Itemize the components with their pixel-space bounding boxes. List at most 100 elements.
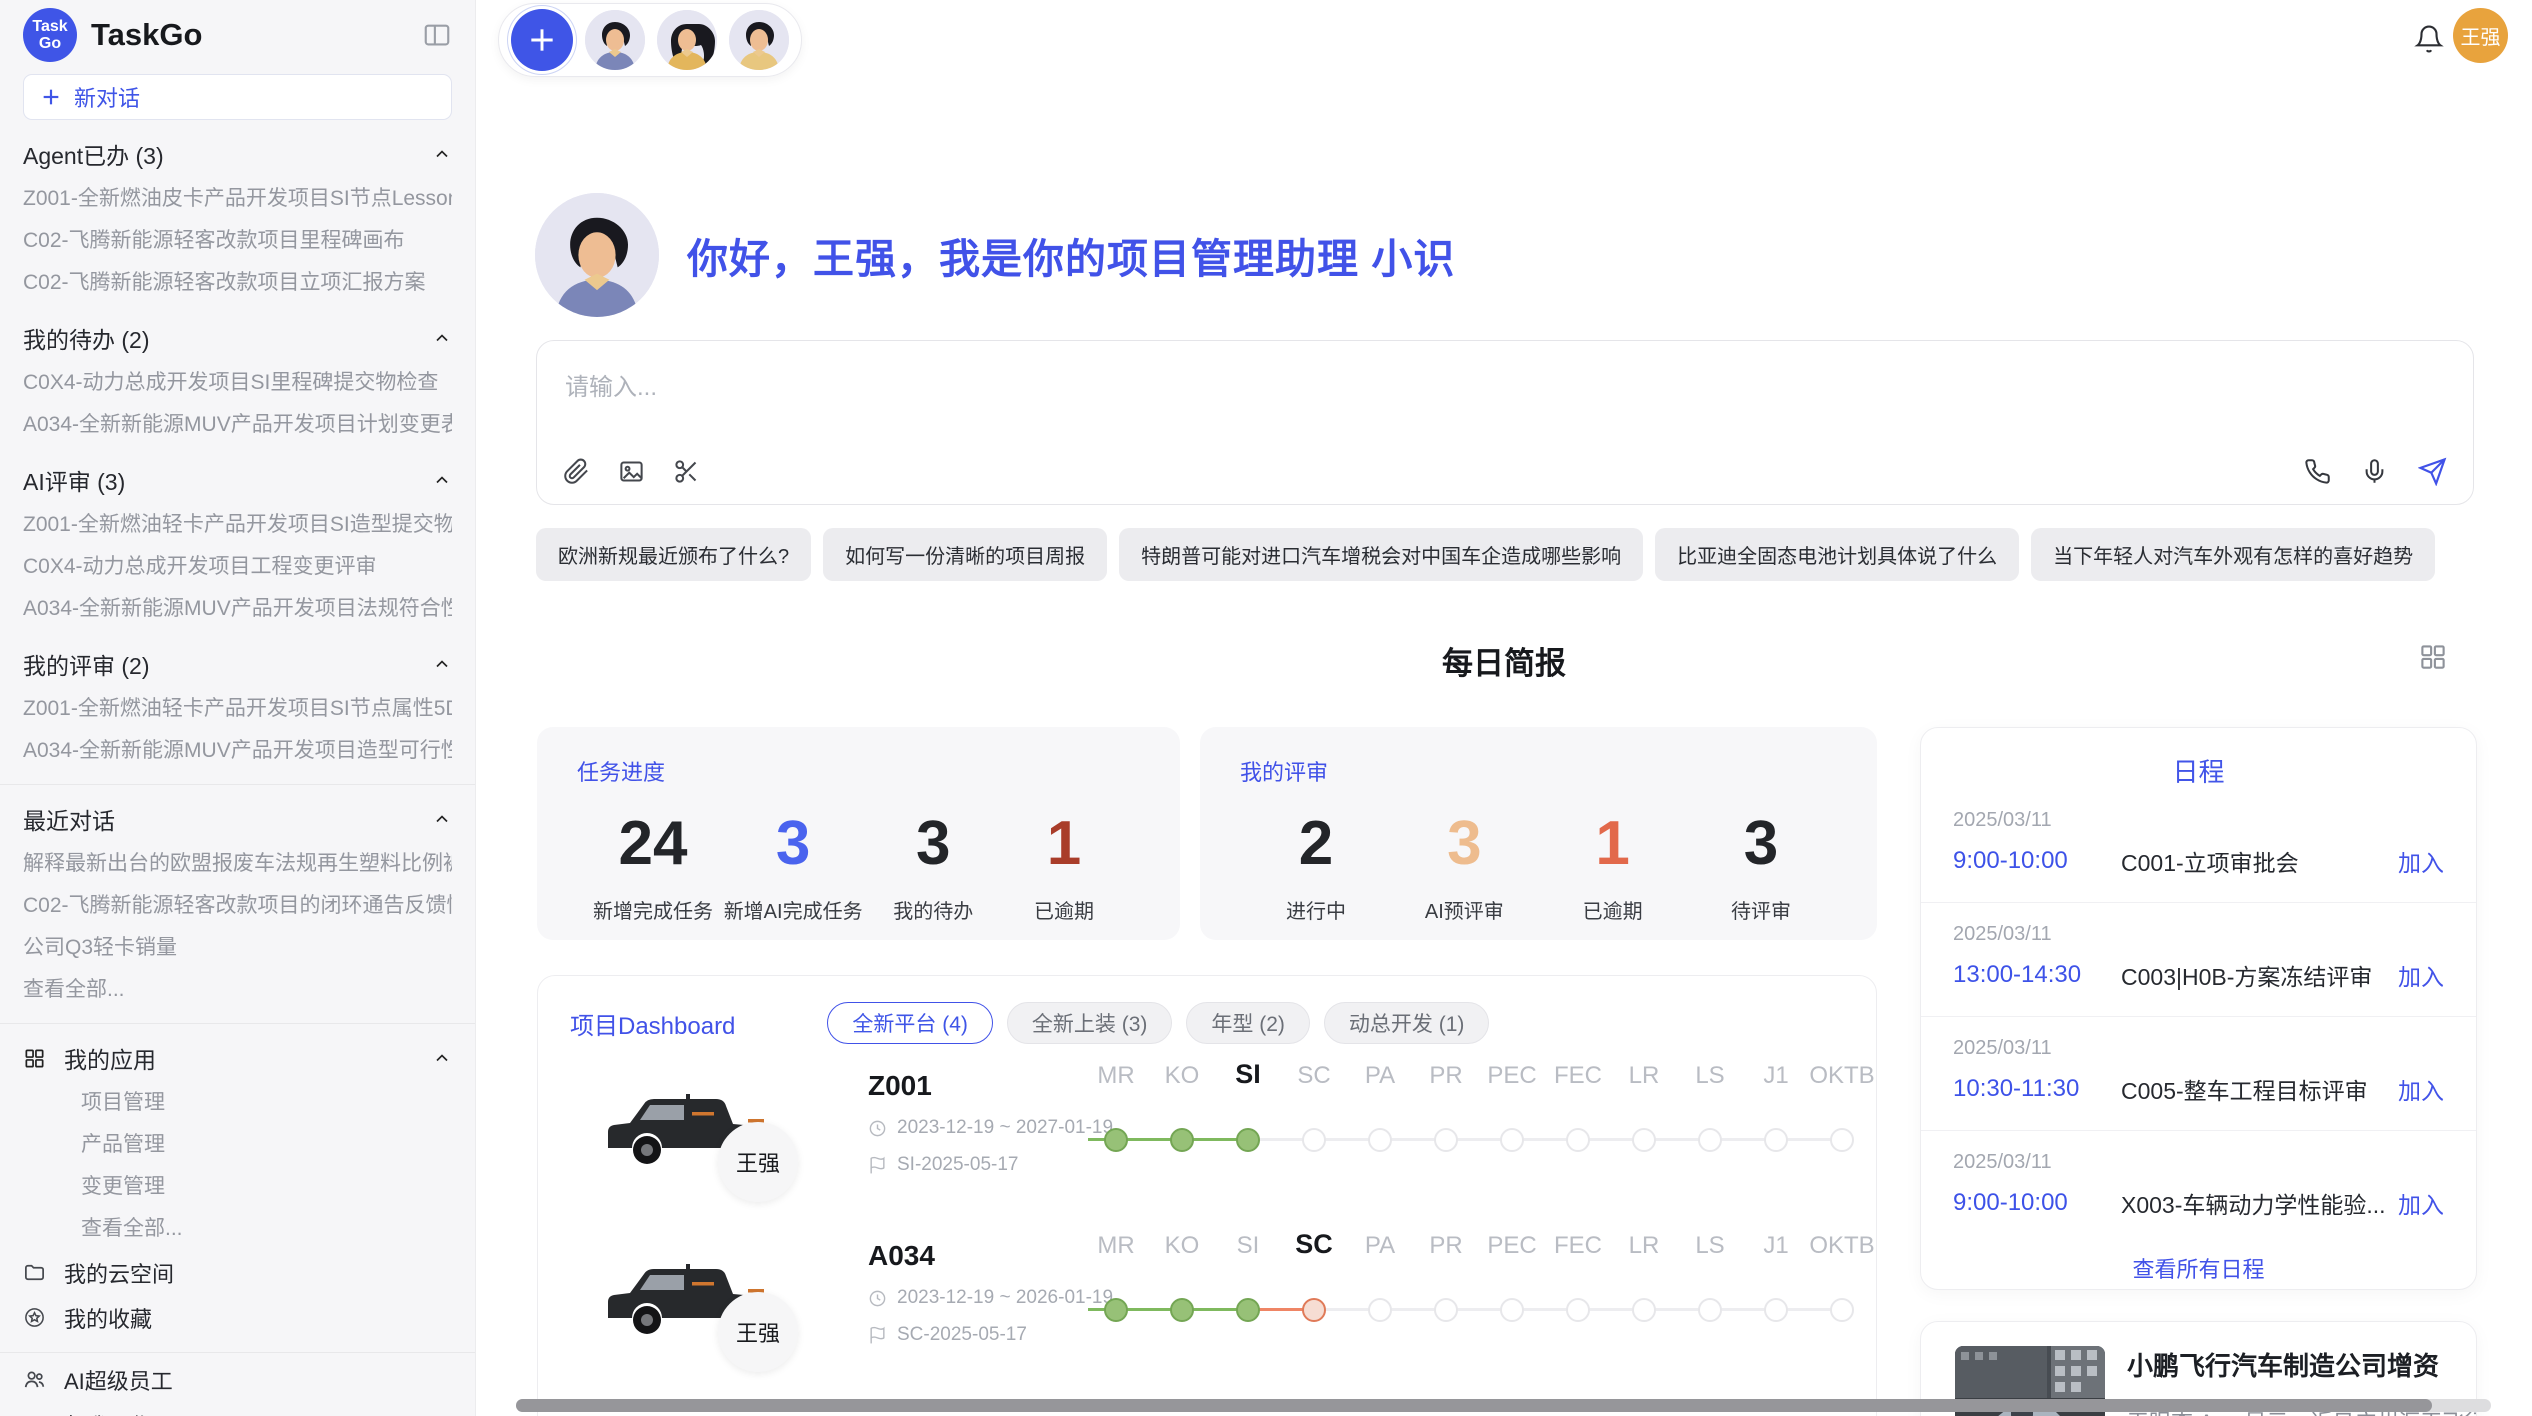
recent-chat-item[interactable]: 公司Q3轻卡销量 [23,927,452,969]
milestone-label: KO [1149,1232,1215,1260]
sidebar-my-apps: 我的应用项目管理产品管理变更管理查看全部...我的云空间我的收藏 [23,1034,452,1340]
sidebar-item[interactable]: C02-飞腾新能源轻客改款项目里程碑画布 [23,220,452,262]
milestone-dot[interactable] [1764,1298,1788,1322]
sidebar-item-folder[interactable]: 我的云空间 [23,1250,452,1295]
notification-bell-icon[interactable] [2414,24,2444,54]
sidebar-item[interactable]: Z001-全新燃油轻卡产品开发项目SI造型提交物评审 [23,504,452,546]
sidebar-my-apps-header[interactable]: 我的应用 [23,1034,452,1082]
insert-image-icon[interactable] [618,458,645,485]
new-chat-button[interactable]: 新对话 [23,74,452,120]
milestone-dot[interactable] [1830,1298,1854,1322]
app-item[interactable]: 项目管理 [23,1082,452,1124]
sidebar-tool-image[interactable]: 帮我写作 [23,1402,452,1416]
add-agent-button[interactable] [511,9,573,71]
milestone-dot[interactable] [1368,1298,1392,1322]
milestone-dot[interactable] [1104,1298,1128,1322]
milestone-dot[interactable] [1236,1128,1260,1152]
sidebar-item[interactable]: C0X4-动力总成开发项目工程变更评审 [23,546,452,588]
agent-avatar-1[interactable] [585,10,645,70]
app-item[interactable]: 产品管理 [23,1124,452,1166]
sidebar-section-header[interactable]: AI评审 (3) [23,456,452,504]
sidebar-recent-header[interactable]: 最近对话 [23,795,452,843]
milestone-dot[interactable] [1368,1128,1392,1152]
suggestion-chip[interactable]: 特朗普可能对进口汽车增税会对中国车企造成哪些影响 [1119,528,1643,581]
milestone-dot[interactable] [1566,1128,1590,1152]
chat-input[interactable] [537,341,2473,457]
scissors-icon[interactable] [673,458,700,485]
sidebar-collapse-icon[interactable] [422,20,452,50]
sidebar-item[interactable]: A034-全新新能源MUV产品开发项目法规符合性评审 [23,588,452,630]
milestone-dot[interactable] [1698,1128,1722,1152]
milestone-dot[interactable] [1302,1128,1326,1152]
join-link[interactable]: 加入 [2398,844,2444,878]
layout-grid-icon[interactable] [2418,642,2448,672]
milestone-dot[interactable] [1500,1298,1524,1322]
milestone-dot[interactable] [1170,1128,1194,1152]
milestone-dot[interactable] [1632,1128,1656,1152]
milestone-dot[interactable] [1698,1298,1722,1322]
milestone-dot[interactable] [1302,1298,1326,1322]
project-name[interactable]: Z001 [868,1070,1113,1102]
sidebar-item[interactable]: Z001-全新燃油皮卡产品开发项目SI节点Lesson Learn报告 [23,178,452,220]
view-all-schedule-link[interactable]: 查看所有日程 [1921,1244,2476,1284]
agent-switcher [498,3,802,77]
join-link[interactable]: 加入 [2398,958,2444,992]
schedule-title: 日程 [1921,752,2476,789]
dashboard-tab[interactable]: 动总开发 (1) [1324,1002,1490,1044]
dashboard-tab[interactable]: 全新平台 (4) [827,1002,993,1044]
app-root: Task Go TaskGo 新对话 Agent已办 (3)Z001-全新燃油皮… [0,0,2532,1416]
stat-label: 新增AI完成任务 [724,895,863,924]
milestone-label: SC [1281,1229,1347,1260]
attachment-icon[interactable] [563,458,590,485]
milestone-dot[interactable] [1434,1128,1458,1152]
join-link[interactable]: 加入 [2398,1072,2444,1106]
suggestion-chip[interactable]: 当下年轻人对汽车外观有怎样的喜好趋势 [2031,528,2435,581]
milestone-dot[interactable] [1170,1298,1194,1322]
sidebar-item-star-badge[interactable]: 我的收藏 [23,1295,452,1340]
my-apps-label: 我的应用 [64,1041,432,1075]
milestone-label: MR [1083,1232,1149,1260]
agent-avatar-3[interactable] [729,10,789,70]
send-icon[interactable] [2418,457,2447,486]
milestone-dot[interactable] [1236,1298,1260,1322]
sidebar-item[interactable]: A034-全新新能源MUV产品开发项目造型可行性评审 [23,730,452,772]
project-name[interactable]: A034 [868,1240,1113,1272]
milestone-dot[interactable] [1632,1298,1656,1322]
sidebar-item[interactable]: A034-全新新能源MUV产品开发项目计划变更表编写 [23,404,452,446]
sidebar-tool-people[interactable]: AI超级员工 [23,1357,452,1402]
agent-avatar-2[interactable] [657,10,717,70]
voice-call-icon[interactable] [2304,458,2331,485]
recent-chat-item[interactable]: C02-飞腾新能源轻客改款项目的闭环通告反馈情况 [23,885,452,927]
sidebar-item[interactable]: C02-飞腾新能源轻客改款项目立项汇报方案 [23,262,452,304]
sidebar-section-header[interactable]: Agent已办 (3) [23,130,452,178]
suggestion-chip[interactable]: 比亚迪全固态电池计划具体说了什么 [1655,528,2019,581]
stat-label: 新增完成任务 [593,895,713,924]
suggestion-chip[interactable]: 欧洲新规最近颁布了什么? [536,528,811,581]
recent-chat-item[interactable]: 解释最新出台的欧盟报废车法规再生塑料比例被调至15%... [23,843,452,885]
sidebar-section-header[interactable]: 我的待办 (2) [23,314,452,362]
milestone-dot[interactable] [1434,1298,1458,1322]
sidebar-section-header[interactable]: 我的评审 (2) [23,640,452,688]
dashboard-tab[interactable]: 全新上装 (3) [1007,1002,1173,1044]
suggestion-chip[interactable]: 如何写一份清晰的项目周报 [823,528,1107,581]
milestone-label: FEC [1545,1232,1611,1260]
schedule-row: 9:00-10:00X003-车辆动力学性能验...加入 [1953,1186,2444,1220]
user-avatar[interactable]: 王强 [2453,8,2508,63]
horizontal-scrollbar[interactable] [516,1399,2491,1412]
sidebar-item[interactable]: Z001-全新燃油轻卡产品开发项目SI节点属性5D文件评审 [23,688,452,730]
milestone-label: OKTB [1809,1232,1875,1260]
scrollbar-thumb[interactable] [516,1399,2432,1412]
milestone-dot[interactable] [1566,1298,1590,1322]
app-item[interactable]: 查看全部... [23,1208,452,1250]
join-link[interactable]: 加入 [2398,1186,2444,1220]
microphone-icon[interactable] [2361,458,2388,485]
app-item[interactable]: 变更管理 [23,1166,452,1208]
milestone-dot[interactable] [1500,1128,1524,1152]
recent-chat-item[interactable]: 查看全部... [23,969,452,1011]
milestone-dot[interactable] [1764,1128,1788,1152]
milestone-dot[interactable] [1830,1128,1854,1152]
sidebar-item[interactable]: C0X4-动力总成开发项目SI里程碑提交物检查 [23,362,452,404]
dashboard-tab[interactable]: 年型 (2) [1186,1002,1310,1044]
milestone-dot[interactable] [1104,1128,1128,1152]
project-flag-date: SC-2025-05-17 [897,1324,1027,1346]
